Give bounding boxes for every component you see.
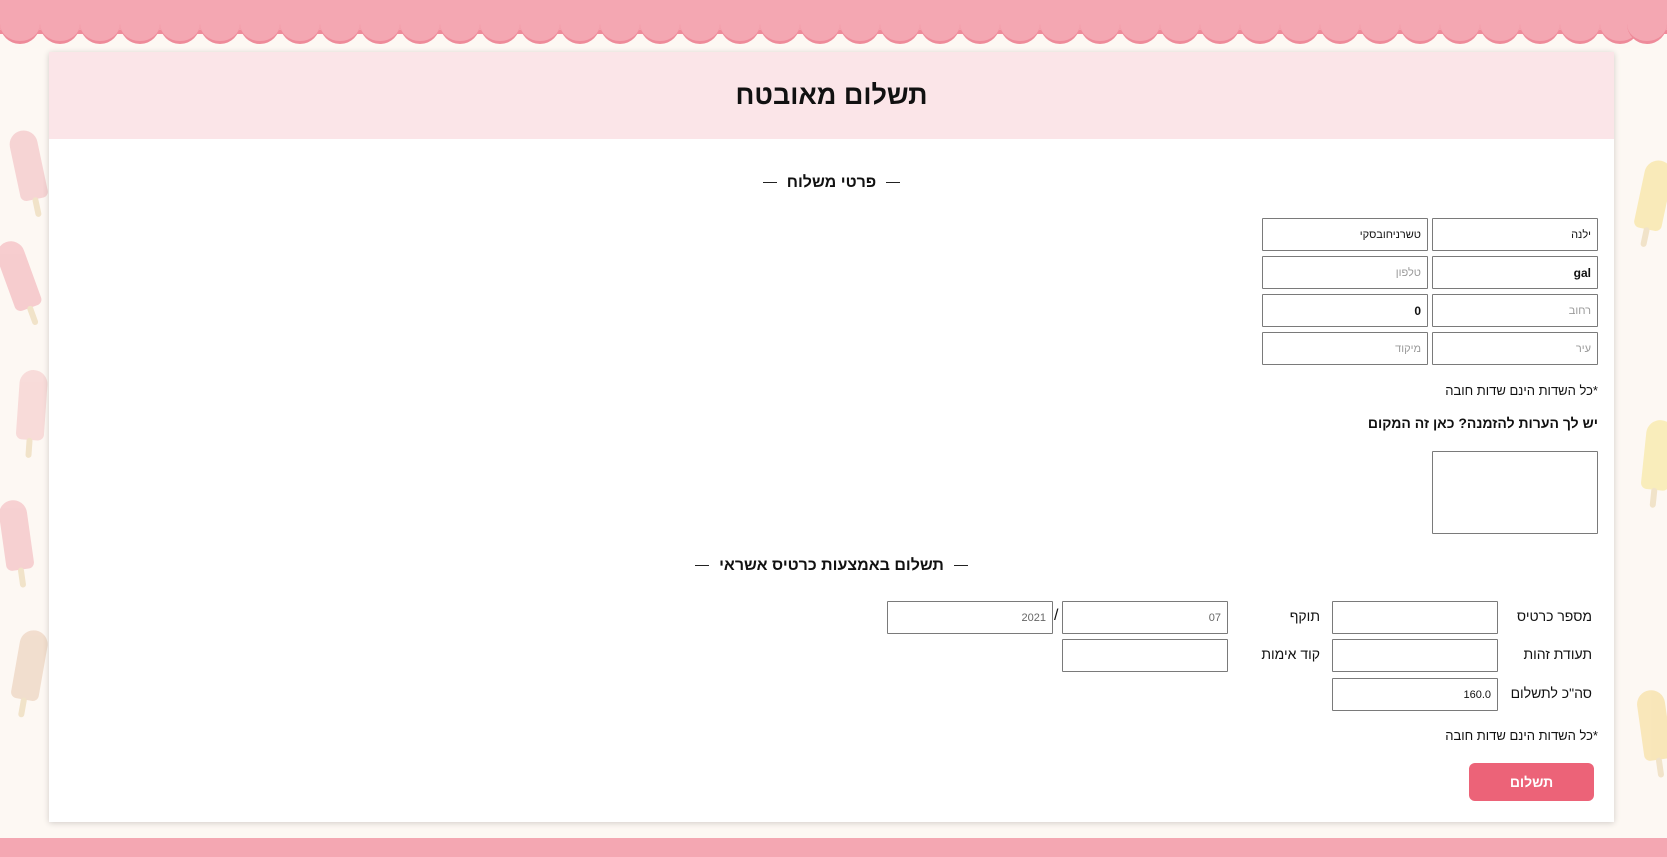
- zip-input[interactable]: [1262, 332, 1428, 365]
- bottom-band: [0, 838, 1667, 857]
- comments-label: יש לך הערות להזמנה? כאן זה המקום: [1367, 415, 1598, 431]
- total-label: סה"כ לתשלום: [1510, 685, 1592, 701]
- card-number-input[interactable]: [1332, 601, 1498, 634]
- popsicle-decoration: [0, 237, 44, 313]
- id-number-label: תעודת זהות: [1523, 646, 1592, 662]
- pay-button[interactable]: תשלום: [1469, 763, 1594, 801]
- expiry-year-input[interactable]: [887, 601, 1053, 634]
- page-title: תשלום מאובטח: [735, 80, 928, 110]
- title-dash: [886, 182, 901, 184]
- popsicle-decoration: [1635, 688, 1667, 762]
- card-number-label: מספר כרטיס: [1516, 608, 1592, 624]
- payment-section-title: תשלום באמצעות כרטיס אשראי: [49, 557, 1614, 575]
- phone-input[interactable]: [1262, 256, 1428, 289]
- title-dash: [762, 182, 777, 184]
- expiry-month-input[interactable]: [1062, 601, 1228, 634]
- card-header: תשלום מאובטח: [49, 52, 1614, 139]
- street-input[interactable]: [1432, 294, 1598, 327]
- expiry-label: תוקף: [1289, 608, 1320, 624]
- popsicle-decoration: [15, 369, 49, 441]
- title-dash: [953, 565, 968, 567]
- payment-title-text: תשלום באמצעות כרטיס אשראי: [719, 557, 944, 574]
- title-dash: [695, 565, 710, 567]
- popsicle-decoration: [1633, 157, 1667, 233]
- popsicle-decoration: [0, 498, 35, 572]
- first-name-input[interactable]: [1432, 218, 1598, 251]
- cvv-input[interactable]: [1062, 639, 1228, 672]
- email-input[interactable]: [1432, 256, 1598, 289]
- payment-required-note: *כל השדות הינם שדות חובה: [1445, 728, 1598, 743]
- popsicle-decoration: [10, 628, 50, 702]
- city-input[interactable]: [1432, 332, 1598, 365]
- comments-textarea[interactable]: [1432, 451, 1598, 534]
- top-scallop-border: [0, 0, 1667, 44]
- shipping-title-text: פרטי משלוח: [786, 174, 877, 191]
- house-number-input[interactable]: [1262, 294, 1428, 327]
- shipping-section-title: פרטי משלוח: [49, 174, 1614, 192]
- total-amount-field: [1332, 678, 1498, 711]
- popsicle-decoration: [1640, 418, 1667, 492]
- popsicle-decoration: [7, 127, 49, 203]
- last-name-input[interactable]: [1262, 218, 1428, 251]
- required-fields-note: *כל השדות הינם שדות חובה: [1445, 383, 1598, 398]
- cvv-label: קוד אימות: [1261, 646, 1320, 662]
- checkout-card: תשלום מאובטח פרטי משלוח *כל השדות הינם ש…: [49, 52, 1614, 822]
- id-number-input[interactable]: [1332, 639, 1498, 672]
- expiry-separator: /: [1054, 607, 1059, 624]
